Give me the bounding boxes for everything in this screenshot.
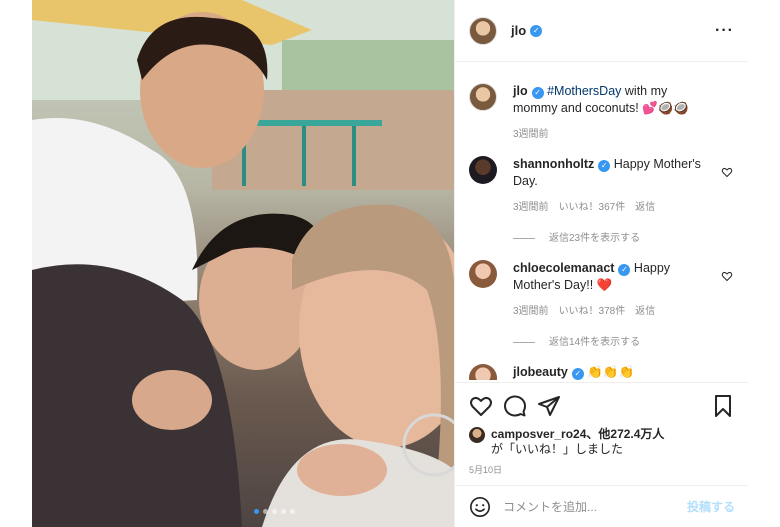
liker-avatar[interactable] [469, 427, 485, 443]
carousel-dots [254, 509, 295, 514]
add-comment-bar: コメントを追加... 投稿する [455, 485, 749, 527]
view-replies-label: 返信14件を表示する [549, 337, 641, 348]
verified-badge-icon: ✓ [618, 264, 631, 276]
view-replies-button[interactable]: 返信14件を表示する [513, 334, 711, 351]
more-dots-icon[interactable]: ··· [715, 22, 734, 40]
post-sidebar: jlo ✓ ··· jlo ✓ #MothersDay with my mommy… [454, 0, 749, 527]
author-avatar[interactable] [469, 16, 497, 45]
commenter-avatar[interactable] [469, 364, 497, 380]
post-date[interactable]: 5月10日 [469, 463, 735, 476]
caption-username[interactable]: jlo [513, 84, 528, 98]
liker-username[interactable]: camposver_ro24 [491, 427, 586, 441]
caption-avatar[interactable] [469, 83, 497, 111]
author-username[interactable]: jlo [511, 23, 526, 38]
comment-bubble-icon[interactable] [503, 394, 527, 418]
like-heart-icon[interactable] [469, 394, 493, 418]
commenter-avatar[interactable] [469, 260, 497, 288]
comment-likes[interactable]: いいね！367件 [559, 199, 626, 216]
bookmark-icon[interactable] [711, 394, 735, 418]
carousel-dot [281, 509, 286, 514]
comment-heart-icon[interactable] [721, 166, 733, 178]
likes-label: が「いいね！」しました [491, 442, 624, 456]
emoji-icon[interactable] [469, 496, 491, 518]
commenter-avatar[interactable] [469, 156, 497, 184]
comment-heart-icon[interactable] [721, 270, 733, 282]
comment-time[interactable]: 3週間前 [513, 199, 549, 216]
page-margin [748, 0, 780, 527]
verified-badge-icon: ✓ [571, 368, 584, 380]
comments-list[interactable]: jlo ✓ #MothersDay with my mommy and cocon… [455, 70, 749, 380]
verified-badge-icon: ✓ [598, 160, 611, 172]
commenter-username[interactable]: chloecolemanact [513, 261, 614, 275]
caption: jlo ✓ #MothersDay with my mommy and cocon… [469, 83, 735, 143]
carousel-dot [272, 509, 277, 514]
post-photo[interactable]: › [32, 0, 454, 527]
carousel-dot [290, 509, 295, 514]
photo-illustration [32, 0, 454, 527]
comment-text: 👏👏👏 [583, 365, 635, 379]
verified-badge-icon: ✓ [531, 87, 544, 99]
reply-button[interactable]: 返信 [635, 303, 655, 320]
comment: jlobeauty ✓ 👏👏👏 [469, 364, 735, 380]
share-paper-plane-icon[interactable] [537, 394, 561, 418]
verified-badge-icon: ✓ [530, 24, 543, 37]
comment-input[interactable]: コメントを追加... [503, 498, 597, 515]
view-replies-button[interactable]: 返信23件を表示する [513, 230, 711, 247]
comment-time[interactable]: 3週間前 [513, 303, 549, 320]
caption-hashtag[interactable]: #MothersDay [547, 84, 621, 98]
post-comment-button[interactable]: 投稿する [687, 498, 735, 515]
divider [513, 342, 535, 343]
comment: chloecolemanact ✓ Happy Mother's Day!! ❤️… [469, 260, 735, 351]
comment: shannonholtz ✓ Happy Mother's Day. 3週間前 い… [469, 156, 735, 247]
reply-button[interactable]: 返信 [635, 199, 655, 216]
likes-count[interactable]: 、他272.4万人 [586, 427, 664, 441]
divider [513, 238, 535, 239]
comment-likes[interactable]: いいね！378件 [559, 303, 626, 320]
carousel-dot [263, 509, 268, 514]
post-header: jlo ✓ ··· [455, 0, 748, 62]
caption-time[interactable]: 3週間前 [513, 126, 549, 143]
view-replies-label: 返信23件を表示する [549, 233, 641, 244]
commenter-username[interactable]: jlobeauty [513, 365, 568, 379]
commenter-username[interactable]: shannonholtz [513, 157, 594, 171]
likes-summary: camposver_ro24、他272.4万人 が「いいね！」しました [469, 427, 735, 457]
carousel-dot [254, 509, 259, 514]
post-actions: camposver_ro24、他272.4万人 が「いいね！」しました 5月10… [455, 382, 749, 476]
